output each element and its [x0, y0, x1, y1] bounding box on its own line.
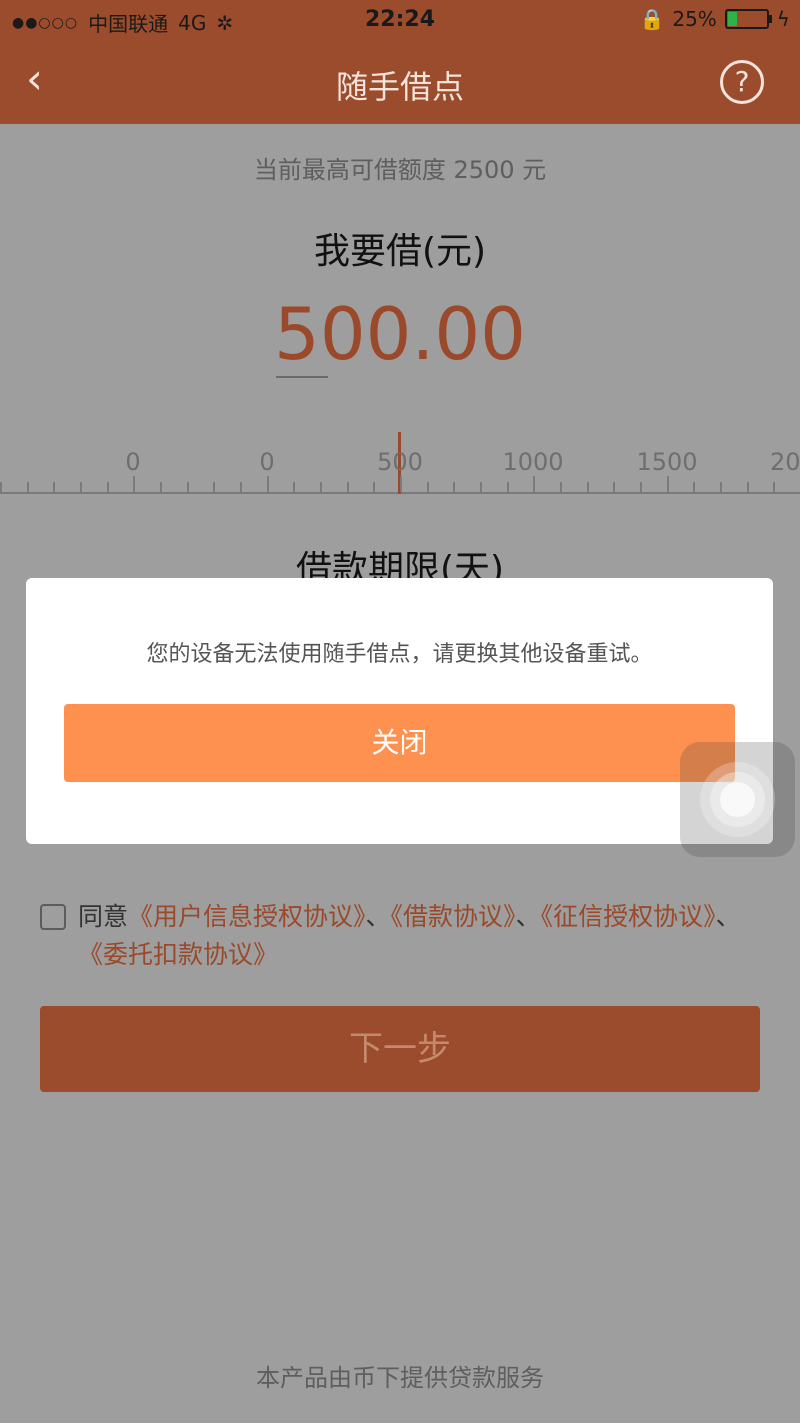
agreement-checkbox[interactable] — [40, 904, 66, 930]
slider-tick — [27, 482, 29, 492]
error-dialog: 您的设备无法使用随手借点，请更换其他设备重试。 关闭 — [26, 578, 773, 844]
status-bar: ●●○○○ 中国联通 4G ✲ 22:24 🔒 25% ϟ — [0, 0, 800, 40]
close-button[interactable]: 关闭 — [64, 704, 735, 782]
max-credit-text: 当前最高可借额度 2500 元 — [253, 156, 547, 184]
slider-tick — [133, 476, 135, 492]
slider-tick — [533, 476, 535, 492]
slider-tick — [0, 482, 2, 492]
agreement-separator: 、 — [365, 902, 391, 931]
slider-tick — [160, 482, 162, 492]
slider-tick — [107, 482, 109, 492]
amount-input-underline — [276, 376, 328, 378]
assistive-touch-button[interactable] — [680, 742, 795, 857]
slider-tick — [453, 482, 455, 492]
slider-tick — [213, 482, 215, 492]
slider-tick — [560, 482, 562, 492]
slider-tick-label: 1000 — [502, 448, 564, 476]
battery-icon — [724, 9, 772, 29]
slider-tick — [80, 482, 82, 492]
battery-percent: 25% — [672, 7, 717, 31]
amount-slider[interactable]: 0 0 500 1000 1500 20 — [0, 432, 800, 500]
slider-tick — [507, 482, 509, 492]
next-step-button[interactable]: 下一步 — [40, 1006, 760, 1092]
slider-tick-label: 1500 — [636, 448, 698, 476]
slider-tick — [293, 482, 295, 492]
slider-tick — [347, 482, 349, 492]
slider-tick — [747, 482, 749, 492]
page-title: 随手借点 — [335, 68, 464, 106]
battery-fill — [727, 12, 737, 26]
help-icon[interactable]: ? — [720, 60, 764, 104]
slider-tick — [320, 482, 322, 492]
slider-tick — [267, 476, 269, 492]
borrow-amount-label: 我要借(元) — [313, 231, 487, 272]
slider-tick — [53, 482, 55, 492]
debit-authorization-link[interactable]: 《委托扣款协议》 — [78, 940, 278, 969]
dialog-message: 您的设备无法使用随手借点，请更换其他设备重试。 — [146, 642, 653, 667]
slider-tick — [640, 482, 642, 492]
slider-tick — [187, 482, 189, 492]
slider-tick-label: 20 — [770, 448, 800, 476]
charging-icon: ϟ — [776, 7, 790, 31]
slider-tick-label: 500 — [377, 448, 423, 476]
nav-bar: ‹ 随手借点 ? — [0, 40, 800, 124]
slider-tick — [773, 482, 775, 492]
slider-tick — [693, 482, 695, 492]
slider-tick — [373, 482, 375, 492]
slider-tick — [667, 476, 669, 492]
slider-tick — [400, 476, 402, 492]
slider-tick — [613, 482, 615, 492]
slider-tick — [720, 482, 722, 492]
credit-authorization-link[interactable]: 《征信授权协议》 — [541, 902, 716, 931]
provider-footer: 本产品由币下提供贷款服务 — [256, 1364, 544, 1392]
slider-tick — [427, 482, 429, 492]
assistive-touch-dot — [720, 782, 755, 817]
user-info-agreement-link[interactable]: 《用户信息授权协议》 — [128, 902, 366, 931]
agreement-prefix: 同意 — [78, 902, 129, 931]
agreement-separator: 、 — [515, 902, 541, 931]
agreement-separator: 、 — [715, 902, 741, 931]
slider-tick — [480, 482, 482, 492]
slider-tick — [240, 482, 242, 492]
rotation-lock-icon: 🔒 — [639, 7, 665, 31]
slider-tick-label: 0 — [125, 448, 141, 476]
borrow-amount-value[interactable]: 500.00 — [0, 292, 800, 376]
loan-agreement-link[interactable]: 《借款协议》 — [391, 902, 516, 931]
slider-tick — [587, 482, 589, 492]
agreement-row: 同意《用户信息授权协议》、《借款协议》、《征信授权协议》、《委托扣款协议》 — [40, 898, 760, 974]
slider-tick-label: 0 — [259, 448, 275, 476]
